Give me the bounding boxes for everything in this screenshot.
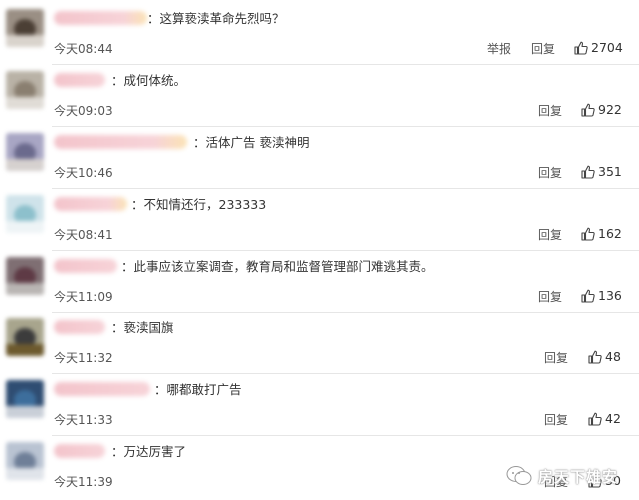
thumbs-up-icon xyxy=(581,227,595,241)
like-button[interactable]: 2704 xyxy=(574,40,623,55)
reply-button[interactable]: 回复 xyxy=(538,226,562,243)
comment-time: 今天08:41 xyxy=(54,228,113,242)
reply-button[interactable]: 回复 xyxy=(538,102,562,119)
thumbs-up-icon xyxy=(574,41,588,55)
comment-item: ：这算亵渎革命先烈吗？ 今天08:44 举报 回复 2704 xyxy=(0,3,639,65)
comment-text: ：此事应该立案调查，教育局和监督管理部门难逃其责。 xyxy=(121,259,434,274)
watermark-text: 房天下雄安 xyxy=(538,467,619,486)
username[interactable] xyxy=(54,382,150,396)
avatar[interactable] xyxy=(6,318,44,356)
report-button[interactable]: 举报 xyxy=(487,40,511,57)
comment-item: ：哪都敢打广告今天11:33 回复 42 xyxy=(0,374,639,436)
like-count: 351 xyxy=(598,164,622,179)
comment-time: 今天09:03 xyxy=(54,104,113,118)
thumbs-up-icon xyxy=(581,165,595,179)
username[interactable] xyxy=(54,197,127,211)
comment-time: 今天10:46 xyxy=(54,166,113,180)
comment-time: 今天11:32 xyxy=(54,351,113,365)
like-count: 48 xyxy=(605,349,621,364)
comment-time: 今天08:44 xyxy=(54,42,113,56)
comment-text: ：哪都敢打广告 xyxy=(154,382,242,397)
comment-item: ：此事应该立案调查，教育局和监督管理部门难逃其责。今天11:09 回复 136 xyxy=(0,251,639,313)
avatar[interactable] xyxy=(6,442,44,480)
like-count: 42 xyxy=(605,411,621,426)
comment-text: ：成何体统。 xyxy=(111,73,187,88)
like-button[interactable]: 42 xyxy=(588,411,621,426)
comment-time: 今天11:39 xyxy=(54,475,113,489)
like-count: 922 xyxy=(598,102,622,117)
username[interactable] xyxy=(54,73,105,87)
reply-button[interactable]: 回复 xyxy=(538,288,562,305)
comment-item: ：不知情还行，233333 今天08:41 回复 162 xyxy=(0,189,639,251)
thumbs-up-icon xyxy=(588,350,602,364)
avatar[interactable] xyxy=(6,133,44,171)
watermark: 房天下雄安 xyxy=(506,461,618,491)
thumbs-up-icon xyxy=(581,289,595,303)
comment-text: ：亵渎国旗 xyxy=(111,320,174,335)
reply-button[interactable]: 回复 xyxy=(544,411,568,428)
username[interactable] xyxy=(54,320,105,334)
comment-item: ：亵渎国旗今天11:32 回复 48 xyxy=(0,312,639,374)
like-count: 136 xyxy=(598,288,622,303)
like-count: 162 xyxy=(598,226,622,241)
reply-button[interactable]: 回复 xyxy=(538,164,562,181)
comment-text: ：活体广告 亵渎神明 xyxy=(193,135,310,150)
username[interactable] xyxy=(54,259,117,273)
like-button[interactable]: 48 xyxy=(588,349,621,364)
avatar[interactable] xyxy=(6,71,44,109)
comment-time: 今天11:33 xyxy=(54,413,113,427)
thumbs-up-icon xyxy=(588,412,602,426)
reply-button[interactable]: 回复 xyxy=(544,349,568,366)
comment-text: ：这算亵渎革命先烈吗？ xyxy=(147,11,285,26)
comment-time: 今天11:09 xyxy=(54,290,113,304)
avatar[interactable] xyxy=(6,257,44,295)
like-button[interactable]: 136 xyxy=(581,288,622,303)
avatar[interactable] xyxy=(6,9,44,47)
avatar[interactable] xyxy=(6,195,44,233)
username[interactable] xyxy=(54,135,187,149)
like-button[interactable]: 922 xyxy=(581,102,622,117)
username[interactable] xyxy=(54,11,147,25)
reply-button[interactable]: 回复 xyxy=(531,40,555,57)
comment-item: ：活体广告 亵渎神明今天10:46 回复 351 xyxy=(0,127,639,189)
username[interactable] xyxy=(54,444,105,458)
thumbs-up-icon xyxy=(581,103,595,117)
comment-text: ：不知情还行，233333 xyxy=(131,197,267,212)
wechat-icon xyxy=(506,466,532,485)
like-button[interactable]: 162 xyxy=(581,226,622,241)
like-button[interactable]: 351 xyxy=(581,164,622,179)
avatar[interactable] xyxy=(6,380,44,418)
comment-item: ：成何体统。今天09:03 回复 922 xyxy=(0,65,639,127)
like-count: 2704 xyxy=(591,40,623,55)
comment-text: ：万达厉害了 xyxy=(111,444,187,459)
